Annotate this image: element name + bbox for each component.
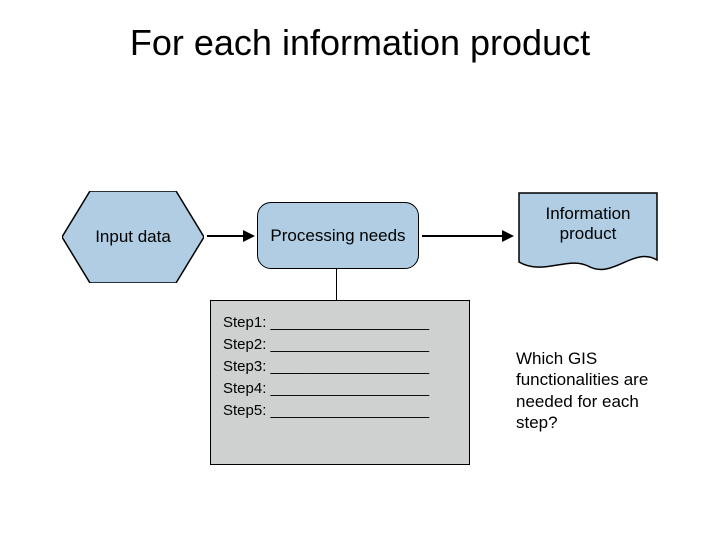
arrow-line-icon <box>207 235 245 237</box>
node-input-label: Input data <box>62 191 204 283</box>
node-output-label: Information product <box>518 204 658 245</box>
node-output-label-line1: Information <box>545 204 630 223</box>
step-line: Step4: ___________________ <box>223 380 457 397</box>
connector-processing-to-steps <box>336 268 337 300</box>
node-processing-label: Processing needs <box>270 226 405 246</box>
side-question: Which GIS functionalities are needed for… <box>516 348 681 433</box>
arrow-line-icon <box>422 235 504 237</box>
node-output-label-line2: product <box>560 224 617 243</box>
step-line: Step3: ___________________ <box>223 358 457 375</box>
arrow-head-icon <box>502 230 514 242</box>
slide-title: For each information product <box>0 22 720 64</box>
arrow-head-icon <box>243 230 255 242</box>
node-information-product: Information product <box>518 192 658 274</box>
step-line: Step2: ___________________ <box>223 336 457 353</box>
node-processing-needs: Processing needs <box>257 202 419 269</box>
step-line: Step5: ___________________ <box>223 402 457 419</box>
node-input-data: Input data <box>62 191 204 283</box>
steps-box: Step1: ___________________ Step2: ______… <box>210 300 470 465</box>
step-line: Step1: ___________________ <box>223 314 457 331</box>
